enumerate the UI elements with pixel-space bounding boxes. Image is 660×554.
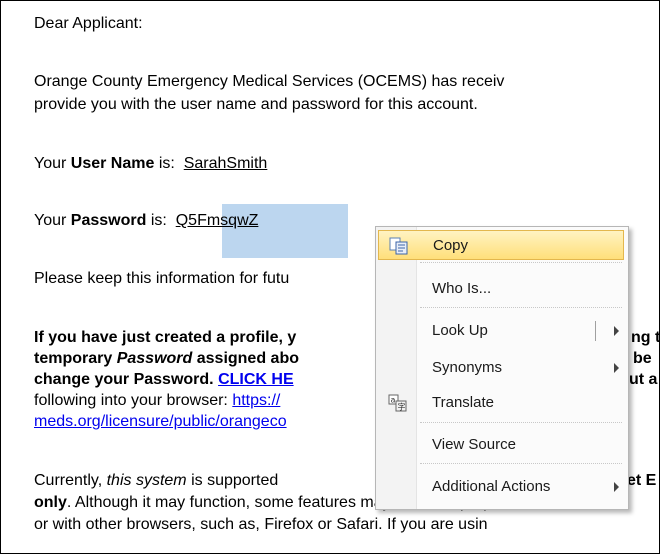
profile-line-5: meds.org/licensure/public/orangeco xyxy=(34,412,287,432)
profile-line-1: If you have just created a profile, y xyxy=(34,329,297,346)
username-suffix: is: xyxy=(154,155,184,172)
profile-line-3-tail: ut a xyxy=(629,371,658,388)
menu-label-who-is: Who Is... xyxy=(432,280,492,297)
submenu-arrow-icon xyxy=(614,363,619,373)
username-line: Your User Name is: SarahSmith xyxy=(34,154,267,174)
menu-label-additional-actions: Additional Actions xyxy=(432,478,551,495)
support-line-1-b: this system xyxy=(106,472,187,489)
menu-label-view-source: View Source xyxy=(432,436,516,453)
menu-label-translate: Translate xyxy=(432,394,494,411)
menu-item-additional-actions[interactable]: Additional Actions xyxy=(378,472,624,502)
menu-item-view-source[interactable]: View Source xyxy=(378,430,624,460)
password-value[interactable]: Q5FmsqwZ xyxy=(176,212,259,229)
menu-item-look-up[interactable]: Look Up xyxy=(378,316,624,346)
menu-item-copy[interactable]: Copy xyxy=(378,230,624,260)
password-line: Your Password is: Q5FmsqwZ xyxy=(34,211,258,231)
password-label: Password xyxy=(70,212,147,229)
username-prefix: Your xyxy=(34,155,71,172)
context-menu: Copy Who Is... Look Up Synonyms a 字 Tran… xyxy=(375,226,629,510)
menu-item-translate[interactable]: a 字 Translate xyxy=(378,388,624,418)
profile-line-2-b: Password xyxy=(116,350,193,367)
menu-item-synonyms[interactable]: Synonyms xyxy=(378,353,624,383)
profile-line-3-a: change your Password. xyxy=(34,371,219,388)
profile-line-4: following into your browser: https:// xyxy=(34,391,280,411)
profile-line-4-a: following into your browser: xyxy=(34,392,233,409)
profile-line-3: change your Password. CLICK HE xyxy=(34,370,294,390)
profile-line-2-c: assigned abo xyxy=(192,350,299,367)
svg-text:字: 字 xyxy=(398,402,406,412)
support-line-2-a: only xyxy=(34,494,67,511)
support-line-1: Currently, this system is supported xyxy=(34,471,278,491)
menu-label-copy: Copy xyxy=(433,237,469,254)
profile-line-2: temporary Password assigned abo xyxy=(34,349,299,369)
username-label: User Name xyxy=(70,155,155,172)
intro-line-2: provide you with the user name and passw… xyxy=(34,96,478,113)
support-line-1-a: Currently, xyxy=(34,472,107,489)
menu-item-who-is[interactable]: Who Is... xyxy=(378,274,624,304)
svg-text:a: a xyxy=(391,396,396,405)
profile-line-2-tail: be xyxy=(633,350,652,367)
menu-separator xyxy=(420,262,622,263)
submenu-arrow-icon xyxy=(614,326,619,336)
menu-label-look-up: Look Up xyxy=(432,322,488,339)
submenu-split-divider xyxy=(595,321,596,341)
username-value[interactable]: SarahSmith xyxy=(184,155,268,172)
intro-line-1: Orange County Emergency Medical Services… xyxy=(34,73,505,90)
submenu-arrow-icon xyxy=(614,482,619,492)
keep-info-line: Please keep this information for futu xyxy=(34,270,290,287)
copy-icon xyxy=(389,237,408,255)
greeting: Dear Applicant: xyxy=(34,15,143,32)
password-suffix: is: xyxy=(146,212,176,229)
menu-label-synonyms: Synonyms xyxy=(432,359,503,376)
password-prefix: Your xyxy=(34,212,71,229)
profile-line-1-tail: ng t xyxy=(631,329,660,346)
translate-icon: a 字 xyxy=(388,394,407,412)
browser-url-link[interactable]: https:// xyxy=(232,392,280,409)
support-line-1-tail: et E xyxy=(627,472,657,489)
menu-separator xyxy=(420,307,622,308)
menu-separator xyxy=(420,422,622,423)
support-line-1-c: is supported xyxy=(186,472,279,489)
email-body: Dear Applicant: Orange County Emergency … xyxy=(0,0,660,554)
profile-line-2-a: temporary xyxy=(34,350,117,367)
menu-separator xyxy=(420,463,622,464)
licensure-url-link[interactable]: meds.org/licensure/public/orangeco xyxy=(34,413,287,430)
support-line-3: or with other browsers, such as, Firefox… xyxy=(34,516,488,533)
click-here-link[interactable]: CLICK HE xyxy=(218,371,294,388)
